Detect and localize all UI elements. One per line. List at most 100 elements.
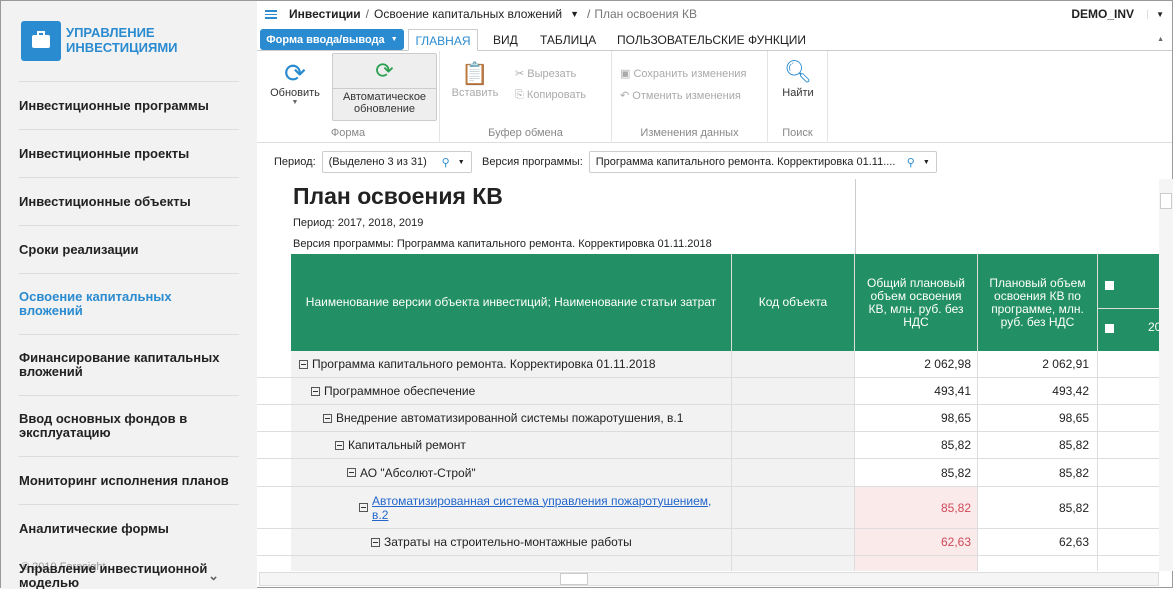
copy-button[interactable]: ⎘ Копировать — [515, 89, 586, 102]
collapse-icon[interactable] — [323, 413, 332, 423]
total-plan-cell[interactable]: 85,82 — [855, 487, 978, 528]
period-filter: Период: (Выделено 3 из 31) ⚲ ▼ — [274, 151, 472, 173]
nav-fixed-assets[interactable]: Ввод основных фондов в эксплуатацию — [19, 395, 239, 456]
undo-button[interactable]: ↶ Отменить изменения — [620, 89, 741, 102]
collapse-icon[interactable] — [1105, 324, 1114, 333]
program-plan-cell[interactable]: 2 062,91 — [978, 351, 1098, 377]
row-name-cell: Затраты на строительно-монтажные работы … — [291, 556, 732, 571]
total-plan-cell[interactable] — [855, 556, 978, 571]
collapse-icon[interactable] — [359, 503, 368, 512]
breadcrumb-page: План освоения КВ — [594, 7, 698, 21]
breadcrumb-root[interactable]: Инвестиции — [289, 7, 361, 21]
total-plan-cell[interactable]: 98,65 — [855, 405, 978, 431]
row-name: Программа капитального ремонта. Корректи… — [312, 357, 656, 371]
object-code-cell — [732, 529, 855, 555]
version-filter: Версия программы: Программа капитального … — [482, 151, 937, 173]
row-name: АО "Абсолют-Строй" — [360, 465, 476, 480]
program-plan-cell[interactable]: 85,82 — [978, 459, 1098, 486]
object-code-cell — [732, 432, 855, 458]
version-select[interactable]: Программа капитального ремонта. Корректи… — [588, 151, 937, 173]
nav-analytics[interactable]: Аналитические формы — [19, 504, 239, 552]
table-row: Программа капитального ремонта. Корректи… — [257, 351, 1159, 378]
object-link[interactable]: Автоматизированная система управления по… — [372, 494, 731, 522]
header-code: Код объекта — [732, 254, 855, 351]
find-button[interactable]: 🔍︎ Найти — [778, 57, 818, 99]
nav-investment-programs[interactable]: Инвестиционные программы — [19, 81, 239, 129]
nav-timelines[interactable]: Сроки реализации — [19, 225, 239, 273]
logo-text: УПРАВЛЕНИЕ ИНВЕСТИЦИЯМИ — [66, 25, 178, 55]
table-row: Программное обеспечение 493,41 493,42 — [257, 378, 1159, 405]
tab-view[interactable]: ВИД — [493, 29, 518, 51]
group-label: Форма — [330, 127, 366, 139]
collapse-icon[interactable] — [311, 386, 320, 396]
total-plan-cell[interactable]: 85,82 — [855, 459, 978, 486]
refresh-button[interactable]: ⟳ Обновить ▼ — [265, 59, 325, 106]
save-button[interactable]: ▣ Сохранить изменения — [620, 67, 746, 80]
nav-capital-investments[interactable]: Освоение капитальных вложений — [19, 273, 239, 334]
total-plan-cell[interactable]: 62,63 — [855, 529, 978, 555]
collapse-icon[interactable] — [1105, 281, 1114, 290]
header-year-group: 20 — [1098, 254, 1159, 351]
collapse-icon[interactable] — [347, 468, 356, 477]
row-name: Затраты на строительно-монтажные работы … — [383, 569, 700, 572]
collapse-icon[interactable] — [371, 537, 380, 547]
total-plan-cell[interactable]: 85,82 — [855, 432, 978, 458]
collapse-ribbon-icon[interactable]: ▲ — [1157, 29, 1164, 51]
auto-refresh-button[interactable]: ⟳ Автоматическое обновление — [332, 53, 437, 121]
report: План освоения КВ Период: 2017, 2018, 201… — [257, 179, 1159, 571]
tab-table[interactable]: ТАБЛИЦА — [540, 29, 596, 51]
program-plan-cell[interactable]: 98,65 — [978, 405, 1098, 431]
nav-financing[interactable]: Финансирование капитальных вложений — [19, 334, 239, 395]
cut-button[interactable]: ✂ Вырезать — [515, 67, 576, 80]
table-row: Затраты на строительно-монтажные работы … — [257, 556, 1159, 571]
table-row: Автоматизированная система управления по… — [257, 487, 1159, 529]
tab-user-functions[interactable]: ПОЛЬЗОВАТЕЛЬСКИЕ ФУНКЦИИ — [617, 29, 806, 51]
group-search: 🔍︎ Найти Поиск — [768, 51, 828, 143]
tab-home[interactable]: ГЛАВНАЯ — [408, 29, 478, 51]
caret-down-icon[interactable]: ▼ — [570, 9, 579, 19]
period-select[interactable]: (Выделено 3 из 31) ⚲ ▼ — [321, 151, 472, 173]
row-name: Внедрение автоматизированной системы пож… — [336, 411, 684, 425]
user-name[interactable]: DEMO_INV — [1071, 7, 1134, 21]
report-period: Период: 2017, 2018, 2019 — [293, 217, 424, 229]
group-form: ⟳ Обновить ▼ ⟳ Автоматическое обновление Фо… — [257, 51, 440, 143]
nav-model[interactable]: Управление инвестиционной моделью ⌄ — [19, 552, 239, 589]
program-plan-cell[interactable]: 493,42 — [978, 378, 1098, 404]
row-name-cell: Внедрение автоматизированной системы пож… — [291, 405, 732, 431]
menu-icon[interactable] — [265, 9, 277, 19]
program-plan-cell[interactable]: 62,63 — [978, 529, 1098, 555]
object-code-cell — [732, 487, 855, 528]
program-plan-cell[interactable] — [978, 556, 1098, 571]
chevron-down-icon: ⌄ — [208, 568, 219, 583]
collapse-icon[interactable] — [299, 359, 308, 369]
table-row: Внедрение автоматизированной системы пож… — [257, 405, 1159, 432]
total-plan-cell[interactable]: 2 062,98 — [855, 351, 978, 377]
form-io-button[interactable]: Форма ввода/вывода ▼ — [260, 29, 404, 50]
total-plan-cell[interactable]: 493,41 — [855, 378, 978, 404]
row-name-cell: Программное обеспечение — [291, 378, 732, 404]
object-code-cell — [732, 405, 855, 431]
row-name-cell: Капитальный ремонт — [291, 432, 732, 458]
header-name: Наименование версии объекта инвестиций; … — [291, 254, 732, 351]
report-version: Версия программы: Программа капитального… — [293, 238, 712, 250]
nav-investment-projects[interactable]: Инвестиционные проекты — [19, 129, 239, 177]
table-row: Капитальный ремонт 85,82 85,82 — [257, 432, 1159, 459]
year-header: 20 — [1148, 320, 1159, 334]
program-plan-cell[interactable]: 85,82 — [978, 432, 1098, 458]
group-clipboard: 📋 Вставить ✂ Вырезать ⎘ Копировать Буфер … — [440, 51, 612, 143]
sidebar: УПРАВЛЕНИЕ ИНВЕСТИЦИЯМИ Инвестиционные пр… — [1, 1, 257, 589]
program-plan-cell[interactable]: 85,82 — [978, 487, 1098, 528]
vertical-scrollbar[interactable] — [1159, 179, 1173, 571]
ribbon: ⟳ Обновить ▼ ⟳ Автоматическое обновление Фо… — [257, 51, 1172, 143]
row-name-cell: Затраты на строительно-монтажные работы — [291, 529, 732, 555]
collapse-icon[interactable] — [335, 440, 344, 450]
nav-monitoring[interactable]: Мониторинг исполнения планов — [19, 456, 239, 504]
paste-button[interactable]: 📋 Вставить — [450, 61, 500, 99]
period-label: Период: — [274, 156, 316, 168]
group-label: Буфер обмена — [488, 127, 563, 139]
user-menu-caret-icon[interactable]: ▼ — [1147, 9, 1164, 19]
top-bar: Инвестиции / Освоение капитальных вложен… — [257, 1, 1172, 27]
breadcrumb-section[interactable]: Освоение капитальных вложений — [374, 7, 562, 21]
horizontal-scrollbar[interactable] — [259, 572, 1159, 586]
nav-investment-objects[interactable]: Инвестиционные объекты — [19, 177, 239, 225]
